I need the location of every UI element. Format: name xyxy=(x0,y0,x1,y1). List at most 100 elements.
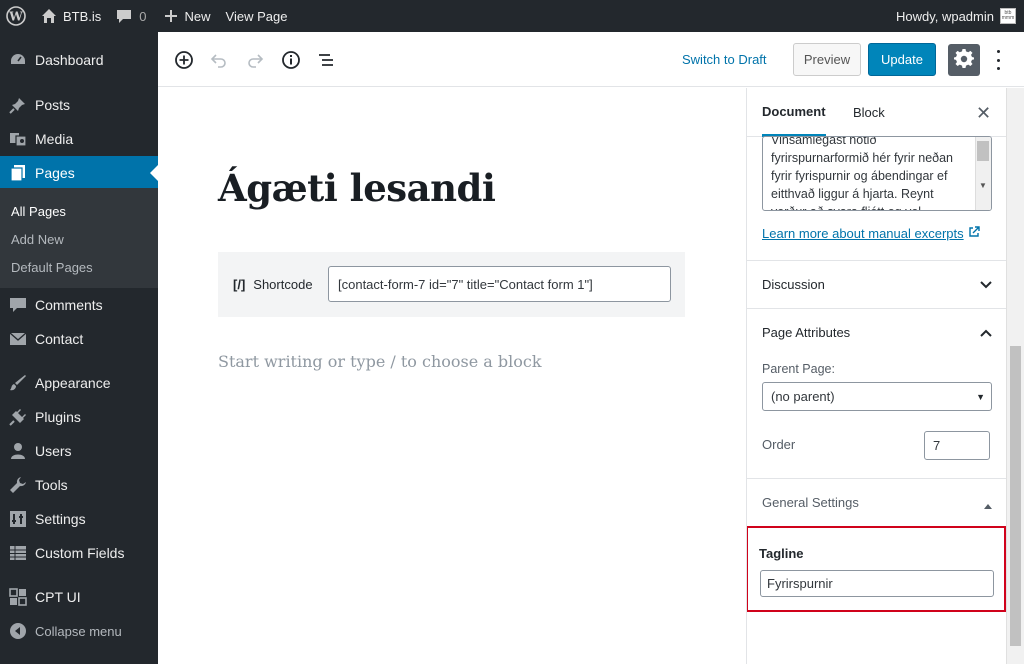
switch-to-draft-button[interactable]: Switch to Draft xyxy=(682,52,767,67)
shortcode-label: Shortcode xyxy=(253,277,313,292)
excerpt-line: Vinsamlegast notið xyxy=(771,136,877,147)
sidebar-item-label: CPT UI xyxy=(35,589,81,605)
block-navigation-icon[interactable] xyxy=(316,50,336,70)
howdy-text: Howdy, wpadmin xyxy=(895,8,994,24)
sidebar-item-settings[interactable]: Settings xyxy=(0,502,158,536)
submenu-default-pages[interactable]: Default Pages xyxy=(11,260,93,275)
admin-bar: W BTB.is 0 New View Page Howdy, wpadmin … xyxy=(0,0,1024,32)
shortcode-input[interactable] xyxy=(328,266,671,302)
excerpt-line: verður að svara fljótt og vel. xyxy=(771,203,971,210)
discussion-panel-toggle[interactable]: Discussion xyxy=(747,260,1006,308)
shortcode-block[interactable]: [/] Shortcode xyxy=(218,252,685,317)
sidebar-item-plugins[interactable]: Plugins xyxy=(0,400,158,434)
tagline-input[interactable]: Fyrirspurnir xyxy=(760,570,994,597)
preview-button[interactable]: Preview xyxy=(793,43,861,76)
learn-more-link[interactable]: Learn more about manual excerpts xyxy=(762,226,980,241)
order-input[interactable]: 7 xyxy=(924,431,990,460)
update-button[interactable]: Update xyxy=(868,43,936,76)
more-dot xyxy=(996,58,1000,62)
parent-page-select[interactable]: (no parent) ▼ xyxy=(762,382,992,411)
submenu-all-pages[interactable]: All Pages xyxy=(11,204,66,219)
user-icon xyxy=(8,441,28,461)
sidebar-item-label: Dashboard xyxy=(35,52,104,68)
page-attributes-label: Page Attributes xyxy=(762,325,851,340)
page-attributes-panel-toggle[interactable]: Page Attributes xyxy=(747,308,1006,356)
more-dot xyxy=(996,67,1000,70)
dashboard-icon xyxy=(8,50,28,70)
wordpress-logo-icon[interactable]: W xyxy=(0,0,33,32)
settings-toggle-button[interactable] xyxy=(948,44,980,76)
sidebar-item-comments[interactable]: Comments xyxy=(0,288,158,322)
sidebar-item-media[interactable]: Media xyxy=(0,122,158,156)
new-content-link[interactable]: New xyxy=(154,0,218,32)
sidebar-item-contact[interactable]: Contact xyxy=(0,322,158,356)
view-page-link[interactable]: View Page xyxy=(218,0,295,32)
post-title[interactable]: Ágæti lesandi xyxy=(218,166,496,210)
sidebar-item-label: Pages xyxy=(35,165,75,181)
comments-link[interactable]: 0 xyxy=(108,0,153,32)
excerpt-line: eitthvað liggur á hjarta. Reynt xyxy=(771,187,934,201)
more-options-button[interactable] xyxy=(992,48,1004,72)
pin-icon xyxy=(8,95,28,115)
sidebar-item-posts[interactable]: Posts xyxy=(0,88,158,122)
more-dot xyxy=(996,50,1000,53)
sidebar-item-custom-fields[interactable]: Custom Fields xyxy=(0,536,158,570)
sidebar-item-pages[interactable]: Pages xyxy=(0,156,158,190)
brush-icon xyxy=(8,373,28,393)
sidebar-item-dashboard[interactable]: Dashboard xyxy=(0,43,158,77)
excerpt-textarea[interactable]: Vinsamlegast notið fyrirspurnarformið hé… xyxy=(762,136,992,211)
close-icon[interactable]: ✕ xyxy=(976,104,991,122)
comment-icon xyxy=(8,295,28,315)
wrench-icon xyxy=(8,475,28,495)
discussion-label: Discussion xyxy=(762,277,825,292)
add-block-icon[interactable] xyxy=(174,50,194,70)
sidebar-item-label: Tools xyxy=(35,477,68,493)
tagline-label: Tagline xyxy=(759,546,804,561)
chevron-down-icon xyxy=(979,278,993,293)
editor-toolbar: Switch to Draft Preview Update xyxy=(158,32,1024,87)
redo-icon[interactable] xyxy=(245,50,265,70)
page-scroll-thumb[interactable] xyxy=(1010,346,1021,646)
collapse-menu-button[interactable]: Collapse menu xyxy=(0,614,158,648)
site-name-link[interactable]: BTB.is xyxy=(33,0,108,32)
sidebar-item-appearance[interactable]: Appearance xyxy=(0,366,158,400)
account-menu[interactable]: Howdy, wpadmin btb mmm xyxy=(896,8,1024,24)
scroll-down-arrow-icon[interactable]: ▼ xyxy=(979,177,987,195)
settings-icon xyxy=(8,509,28,529)
comments-count: 0 xyxy=(139,8,147,24)
settings-sidebar: Document Block ✕ Vinsamlegast notið fyri… xyxy=(746,88,1006,664)
sidebar-item-label: Media xyxy=(35,131,74,147)
tab-document[interactable]: Document xyxy=(762,88,826,137)
comment-icon xyxy=(116,8,132,24)
sidebar-item-label: Appearance xyxy=(35,375,111,391)
caret-up-icon xyxy=(983,498,993,513)
submenu-add-new[interactable]: Add New xyxy=(11,232,64,247)
undo-icon[interactable] xyxy=(209,50,229,70)
sidebar-item-label: Comments xyxy=(35,297,103,313)
sidebar-item-label: Posts xyxy=(35,97,71,113)
svg-text:W: W xyxy=(8,10,23,24)
order-label: Order xyxy=(762,437,796,452)
cpt-icon xyxy=(8,587,28,607)
block-placeholder[interactable]: Start writing or type / to choose a bloc… xyxy=(218,352,542,371)
tab-block[interactable]: Block xyxy=(853,88,885,137)
home-icon xyxy=(41,8,57,24)
sidebar-item-label: Contact xyxy=(35,331,84,347)
table-icon xyxy=(8,543,28,563)
page-scrollbar[interactable] xyxy=(1006,88,1024,664)
sidebar-item-tools[interactable]: Tools xyxy=(0,468,158,502)
view-page-label: View Page xyxy=(225,8,288,24)
excerpt-scroll-thumb[interactable] xyxy=(977,141,989,161)
order-value: 7 xyxy=(933,438,941,453)
excerpt-line: fyrirspurnarformið hér fyrir neðan xyxy=(771,151,954,165)
general-settings-panel-toggle[interactable]: General Settings xyxy=(747,478,1006,526)
parent-page-value: (no parent) xyxy=(771,389,835,404)
sidebar-item-label: Settings xyxy=(35,511,86,527)
info-icon[interactable] xyxy=(281,50,301,70)
sidebar-item-label: Plugins xyxy=(35,409,81,425)
sidebar-item-cpt-ui[interactable]: CPT UI xyxy=(0,580,158,614)
excerpt-scrollbar[interactable]: ▼ xyxy=(975,137,991,210)
sidebar-item-label: Custom Fields xyxy=(35,545,125,561)
avatar: btb mmm xyxy=(1000,8,1016,24)
sidebar-item-users[interactable]: Users xyxy=(0,434,158,468)
